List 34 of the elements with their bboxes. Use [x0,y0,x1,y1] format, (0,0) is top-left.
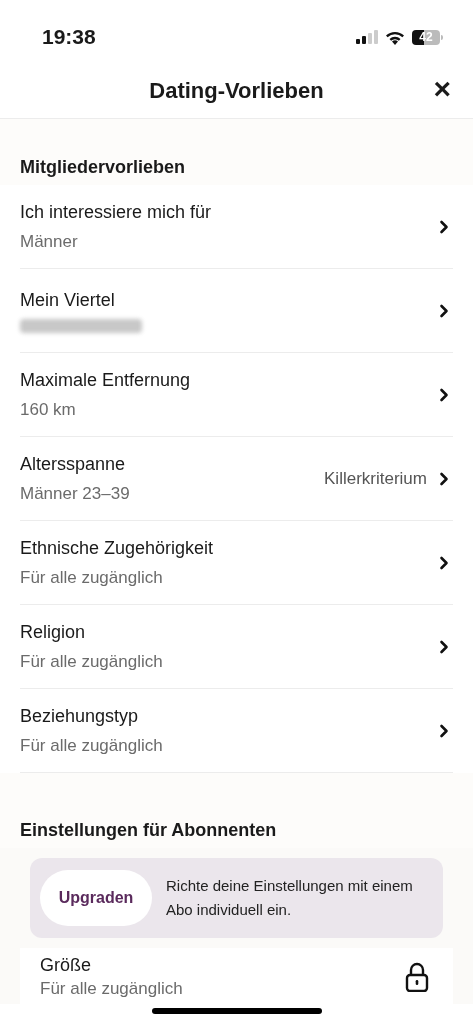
wifi-icon [385,29,405,45]
row-value: Männer [20,230,79,253]
row-tag: Killerkriterium [324,465,427,492]
status-time: 19:38 [42,24,96,51]
chevron-icon [439,219,449,234]
row-value: Für alle zugänglich [40,978,183,1000]
row-label: Mein Viertel [20,288,116,311]
row-label: Religion [20,620,87,643]
chevron-icon [439,555,449,570]
row-label: Ethnische Zugehörigkeit [20,536,214,559]
chevron-icon [439,471,449,486]
chevron-icon [439,303,449,318]
row-label: Beziehungstyp [20,704,140,727]
close-button[interactable]: × [429,74,455,104]
upgrade-text: Richte deine Einstellungen mit einem Abo individuell ein. [166,876,414,920]
row-label: Altersspanne [20,452,127,475]
chevron-icon [439,639,449,654]
row-label: Ich interessiere mich für [20,200,212,223]
row-value: Für alle zugänglich [20,566,164,589]
row-value: Für alle zugänglich [20,650,163,673]
settings-row[interactable]: Größe Für alle zugänglich [20,948,453,1004]
signal-icon [356,30,378,44]
chevron-icon [439,387,449,402]
home-indicator[interactable] [152,1008,322,1014]
row-label: Maximale Entfernung [20,368,191,391]
row-value: 160 km [20,398,77,421]
header-title: Dating-Vorlieben [149,76,324,105]
section-title: Mitgliedervorlieben [0,119,473,185]
row-value: Für alle zugänglich [20,734,163,757]
lock-icon [405,962,429,992]
row-label: Größe [40,954,92,976]
upgrade-button[interactable]: Upgraden [40,870,152,926]
chevron-icon [439,723,449,738]
row-value: Männer 23–39 [20,482,130,505]
